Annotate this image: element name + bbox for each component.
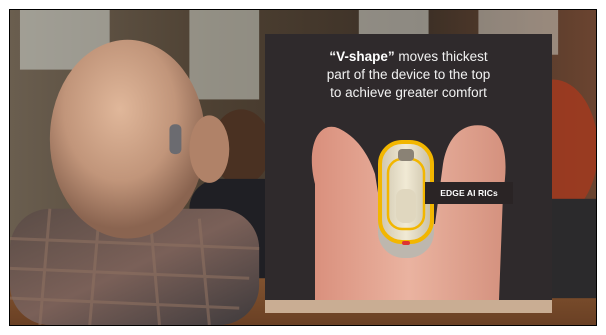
device-callout-panel: “V-shape” moves thickest part of the dev… [265,34,552,313]
slide-frame: “V-shape” moves thickest part of the dev… [9,9,597,326]
ear-device-illustration [311,125,506,300]
device-label: EDGE AI RICs [425,182,513,204]
panel-base-strip [265,300,552,313]
